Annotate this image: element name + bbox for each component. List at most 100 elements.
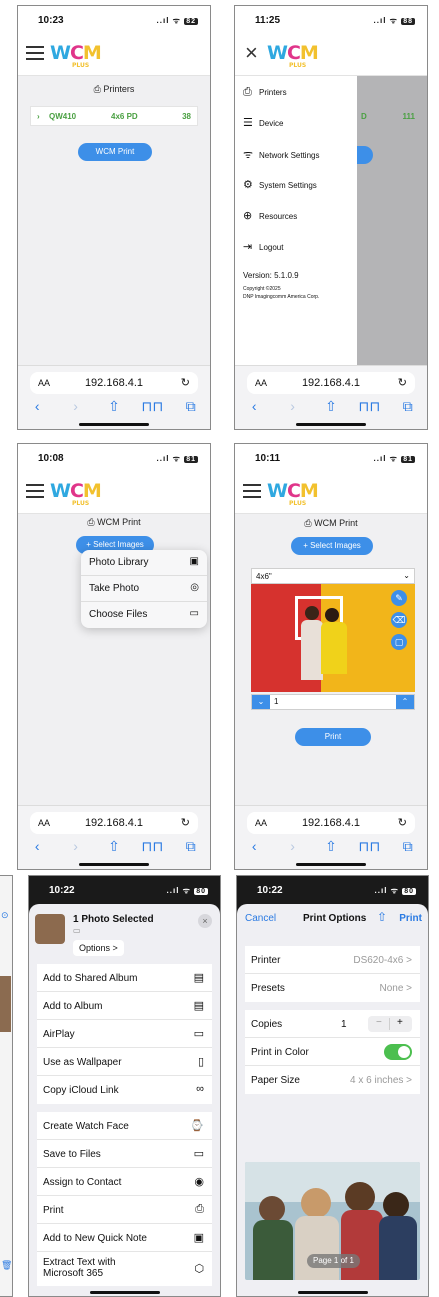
printer-option-row[interactable]: Printer DS620-4x6 > [245, 946, 420, 974]
menu-item-network-settings[interactable]: ᯤ Network Settings [243, 147, 319, 162]
size-select[interactable]: 4x6" ⌄ [251, 568, 415, 584]
copies-stepper[interactable]: − + [368, 1016, 412, 1032]
tabs-icon[interactable]: ⧉ [179, 398, 203, 418]
app-header: WCM PLUS [235, 472, 427, 514]
share-icon[interactable]: ⇧ [102, 398, 126, 418]
select-images-button[interactable]: + Select Images [291, 537, 373, 555]
close-icon[interactable]: × [198, 914, 212, 928]
share-icon[interactable]: ⇧ [102, 838, 126, 858]
increment-chevron-icon[interactable]: ⌃ [396, 695, 414, 709]
signal-icon: ..ıl ᯤ 81 [373, 454, 415, 463]
home-indicator [79, 423, 149, 426]
screen-photos-partial: ⊙ 🗑 [0, 875, 13, 1297]
action-assign-contact[interactable]: Assign to Contact ◉ [37, 1168, 212, 1196]
expand-chevron-icon[interactable]: › [37, 112, 40, 121]
photo-person-3-head [345, 1182, 375, 1212]
menu-item-photo-library[interactable]: Photo Library ▣ [81, 550, 207, 576]
forward-icon[interactable]: › [281, 398, 305, 418]
cancel-button[interactable]: Cancel [245, 913, 276, 924]
wcm-print-button[interactable]: WCM Print [78, 143, 152, 161]
paper-size-option-row[interactable]: Paper Size 4 x 6 inches > [245, 1066, 420, 1094]
menu-item-system-settings[interactable]: ⚙ System Settings [243, 178, 317, 191]
delete-icon[interactable]: ⌫ [391, 612, 407, 628]
tabs-icon[interactable]: ⧉ [396, 398, 420, 418]
edit-icon[interactable]: ✎ [391, 590, 407, 606]
share-icon[interactable]: ⇧ [319, 838, 343, 858]
battery-icon: 81 [184, 456, 198, 463]
address-bar[interactable]: AA 192.168.4.1 ↻ [30, 812, 198, 834]
action-save-files[interactable]: Save to Files ▭ [37, 1140, 212, 1168]
address-bar[interactable]: AA 192.168.4.1 ↻ [30, 372, 198, 394]
forward-icon[interactable]: › [64, 398, 88, 418]
bookmarks-icon[interactable]: ⊓⊓ [357, 398, 381, 418]
photo-person-1-body [253, 1220, 293, 1280]
options-button[interactable]: Options > [73, 940, 124, 956]
photo-thumbnail[interactable] [0, 976, 11, 1032]
action-watch-face[interactable]: Create Watch Face ⌚ [37, 1112, 212, 1140]
minus-icon[interactable]: − [376, 1017, 382, 1028]
wifi-icon: ᯤ [243, 149, 254, 161]
address-bar[interactable]: AA 192.168.4.1 ↻ [247, 812, 415, 834]
bookmarks-icon[interactable]: ⊓⊓ [357, 838, 381, 858]
section-title: ⎙ Printers [93, 84, 135, 94]
action-add-shared-album[interactable]: Add to Shared Album ▤ [37, 964, 212, 992]
menu-item-logout[interactable]: ⇥ Logout [243, 240, 283, 253]
close-icon[interactable]: × [245, 42, 258, 64]
action-wallpaper[interactable]: Use as Wallpaper ▯ [37, 1048, 212, 1076]
battery-icon: 80 [402, 888, 416, 895]
reload-icon[interactable]: ↻ [181, 376, 190, 389]
dimmed-background[interactable]: D 111 [353, 76, 427, 365]
select-icon[interactable]: ⊙ [1, 910, 9, 921]
forward-icon[interactable]: › [64, 838, 88, 858]
action-icloud-link[interactable]: Copy iCloud Link ∞ [37, 1076, 212, 1104]
decrement-chevron-icon[interactable]: ⌄ [252, 695, 270, 709]
back-icon[interactable]: ‹ [25, 838, 49, 858]
bookmarks-icon[interactable]: ⊓⊓ [140, 398, 164, 418]
wcm-logo: WCM PLUS [50, 480, 102, 507]
menu-item-printers[interactable]: ⎙ Printers [243, 86, 287, 99]
hamburger-icon[interactable] [26, 484, 44, 498]
menu-item-take-photo[interactable]: Take Photo ◎ [81, 576, 207, 602]
menu-item-resources[interactable]: ⊕ Resources [243, 209, 297, 222]
presets-option-row[interactable]: Presets None > [245, 974, 420, 1002]
reload-icon[interactable]: ↻ [398, 816, 407, 829]
copyright-line-1: Copyright ©2025 [243, 286, 281, 292]
hamburger-icon[interactable] [243, 484, 261, 498]
tabs-icon[interactable]: ⧉ [179, 838, 203, 858]
photo-person-2-body [295, 1216, 339, 1280]
wcm-logo: WCM PLUS [267, 42, 319, 69]
share-icon[interactable]: ⇧ [377, 910, 387, 924]
tabs-icon[interactable]: ⧉ [396, 838, 420, 858]
plus-icon[interactable]: + [397, 1017, 403, 1028]
action-airplay[interactable]: AirPlay ▭ [37, 1020, 212, 1048]
behind-media: D [361, 112, 367, 121]
crop-icon[interactable]: ▢ [391, 634, 407, 650]
back-icon[interactable]: ‹ [242, 838, 266, 858]
printer-row[interactable]: › QW410 4x6 PD 38 [30, 106, 198, 126]
action-add-album[interactable]: Add to Album ▤ [37, 992, 212, 1020]
menu-item-choose-files[interactable]: Choose Files ▭ [81, 602, 207, 628]
photo-person-4-head [383, 1192, 409, 1218]
action-print[interactable]: Print ⎙ [37, 1196, 212, 1224]
copies-stepper[interactable]: ⌄ 1 ⌃ [251, 694, 415, 710]
back-icon[interactable]: ‹ [242, 398, 266, 418]
reload-icon[interactable]: ↻ [181, 816, 190, 829]
action-quick-note[interactable]: Add to New Quick Note ▣ [37, 1224, 212, 1252]
action-extract-text[interactable]: Extract Text with Microsoft 365 ⬡ [37, 1252, 212, 1286]
version-text: Version: 5.1.0.9 [243, 271, 299, 280]
share-icon[interactable]: ⇧ [319, 398, 343, 418]
print-in-color-toggle[interactable] [384, 1044, 412, 1060]
bookmarks-icon[interactable]: ⊓⊓ [140, 838, 164, 858]
menu-item-device[interactable]: ☰ Device [243, 116, 283, 129]
hamburger-icon[interactable] [26, 46, 44, 60]
address-bar[interactable]: AA 192.168.4.1 ↻ [247, 372, 415, 394]
print-button[interactable]: Print [295, 728, 371, 746]
print-button[interactable]: Print [399, 913, 422, 924]
trash-icon[interactable]: 🗑 [1, 1260, 12, 1271]
reload-icon[interactable]: ↻ [398, 376, 407, 389]
forward-icon[interactable]: › [281, 838, 305, 858]
share-title: 1 Photo Selected [73, 914, 154, 925]
album-icon: ▤ [193, 1000, 204, 1012]
back-icon[interactable]: ‹ [25, 398, 49, 418]
print-preview-photo[interactable]: Page 1 of 1 [245, 1162, 420, 1280]
